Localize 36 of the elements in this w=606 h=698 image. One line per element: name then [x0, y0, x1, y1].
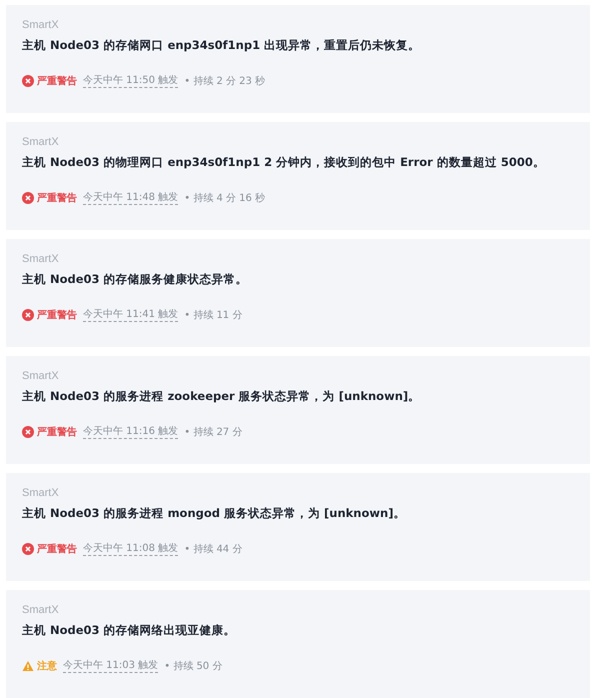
severity-label: 严重警告: [37, 74, 77, 88]
alert-source: SmartX: [22, 136, 60, 148]
alert-source: SmartX: [22, 370, 60, 382]
alert-message: 主机 Node03 的服务进程 mongod 服务状态异常，为 [unknown]。: [22, 506, 406, 521]
error-icon: [22, 74, 34, 86]
severity-label: 严重警告: [37, 426, 77, 438]
alert-duration: • 持续 44 分: [184, 542, 242, 556]
alert-card[interactable]: SmartX 主机 Node03 的物理网口 enp34s0f1np1 2 分钟内，接收到的包中 Error 的数量超过 5000。 严重警告 今天中午 11:48 触发 • 持续 4 分 16 秒: [6, 122, 590, 230]
alert-duration: • 持续 4 分 16 秒: [184, 192, 266, 204]
severity-label: 严重警告: [37, 308, 77, 322]
error-icon: [22, 426, 34, 438]
alert-message: 主机 Node03 的存储服务健康状态异常。: [22, 272, 249, 287]
alert-duration: • 持续 11 分: [184, 308, 242, 322]
alert-duration: • 持续 27 分: [184, 426, 242, 438]
alert-source: SmartX: [22, 604, 60, 616]
severity-label: 严重警告: [37, 542, 77, 556]
alert-source: SmartX: [22, 253, 60, 265]
alert-message: 主机 Node03 的存储网口 enp34s0f1np1 出现异常，重置后仍未恢复。: [22, 38, 422, 53]
alert-source: SmartX: [22, 487, 60, 499]
alert-card[interactable]: SmartX 主机 Node03 的服务进程 zookeeper 服务状态异常，为 [unknown]。 严重警告 今天中午 11:16 触发 • 持续 27 分: [6, 356, 590, 464]
alert-card[interactable]: SmartX 主机 Node03 的存储服务健康状态异常。 严重警告 今天中午 11:41 触发 • 持续 11 分: [6, 239, 590, 347]
error-icon: [22, 308, 34, 320]
severity-label: 注意: [37, 659, 57, 672]
severity-label: 严重警告: [37, 192, 77, 204]
alert-source: SmartX: [22, 19, 60, 31]
warning-icon: [22, 660, 34, 672]
alert-card[interactable]: SmartX 主机 Node03 的存储网口 enp34s0f1np1 出现异常，重置后仍未恢复。 严重警告 今天中午 11:50 触发 • 持续 2 分 23 秒: [6, 5, 590, 113]
alert-card[interactable]: SmartX 主机 Node03 的存储网络出现亚健康。 注意 今天中午 11:03 触发 • 持续 50 分: [6, 590, 590, 698]
alert-message: 主机 Node03 的物理网口 enp34s0f1np1 2 分钟内，接收到的包中 Error 的数量超过 5000。: [22, 155, 546, 170]
alert-duration: • 持续 50 分: [164, 660, 222, 672]
error-icon: [22, 192, 34, 204]
alert-message: 主机 Node03 的服务进程 zookeeper 服务状态异常，为 [unknown]。: [22, 389, 422, 404]
alert-card[interactable]: SmartX 主机 Node03 的服务进程 mongod 服务状态异常，为 [unknown]。 严重警告 今天中午 11:08 触发 • 持续 44 分: [6, 473, 590, 581]
alert-message: 主机 Node03 的存储网络出现亚健康。: [22, 623, 237, 638]
error-icon: [22, 542, 34, 554]
alert-duration: • 持续 2 分 23 秒: [184, 74, 266, 88]
